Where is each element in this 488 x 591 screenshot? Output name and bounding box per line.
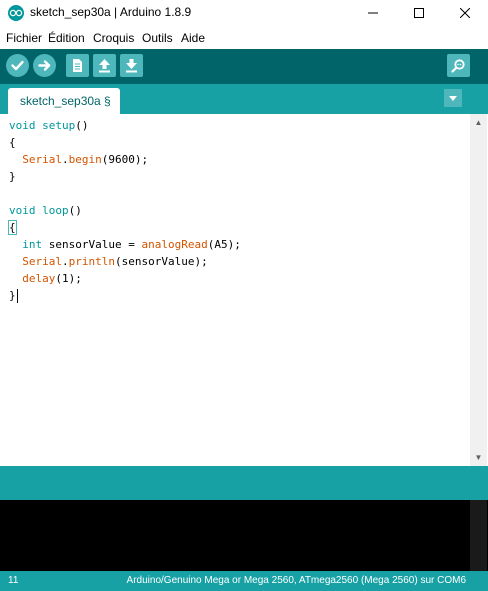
code-line-8: int sensorValue = analogRead(A5);	[22, 238, 241, 251]
code-line-1: void setup()	[9, 119, 89, 132]
status-bar: 11 Arduino/Genuino Mega or Mega 2560, AT…	[0, 571, 488, 591]
text-caret	[16, 289, 18, 303]
code-line-9: Serial.println(sensorValue);	[22, 255, 208, 268]
code-line-11: }	[9, 289, 18, 303]
maximize-button[interactable]	[396, 0, 442, 26]
menu-outils[interactable]: Outils	[142, 31, 173, 45]
code-line-2: {	[9, 136, 16, 149]
code-line-7: {	[8, 220, 17, 235]
message-area	[0, 466, 488, 500]
tab-menu-button[interactable]	[444, 89, 462, 107]
chevron-down-icon	[449, 96, 457, 101]
line-number: 11	[8, 575, 19, 586]
upload-icon[interactable]	[33, 54, 56, 77]
open-icon[interactable]	[93, 54, 116, 77]
menu-bar: Fichier Édition Croquis Outils Aide	[0, 28, 488, 48]
menu-edition[interactable]: Édition	[48, 31, 85, 45]
close-button[interactable]	[442, 0, 488, 26]
minimize-button[interactable]	[350, 0, 396, 26]
code-line-6: void loop()	[9, 204, 82, 217]
save-icon[interactable]	[120, 54, 143, 77]
toolbar	[0, 49, 488, 84]
menu-fichier[interactable]: Fichier	[6, 31, 42, 45]
verify-icon[interactable]	[6, 54, 29, 77]
scroll-up-arrow-icon[interactable]: ▲	[470, 114, 487, 131]
scroll-down-arrow-icon[interactable]: ▼	[470, 449, 487, 466]
console-scrollbar[interactable]	[470, 500, 487, 571]
arduino-logo-icon	[8, 5, 24, 21]
editor-scrollbar[interactable]: ▲ ▼	[470, 114, 487, 466]
tab-label: sketch_sep30a §	[20, 94, 111, 108]
code-line-4: }	[9, 170, 16, 183]
board-info: Arduino/Genuino Mega or Mega 2560, ATmeg…	[126, 575, 466, 586]
console-output[interactable]	[0, 500, 488, 571]
title-bar: sketch_sep30a | Arduino 1.8.9	[0, 0, 488, 26]
code-line-3: Serial.begin(9600);	[22, 153, 149, 166]
tab-sketch[interactable]: sketch_sep30a §	[8, 88, 120, 114]
code-editor[interactable]: void setup() { Serial.begin(9600); } voi…	[0, 114, 470, 466]
tab-bar: sketch_sep30a §	[0, 84, 488, 114]
window-title: sketch_sep30a | Arduino 1.8.9	[30, 5, 192, 19]
menu-aide[interactable]: Aide	[181, 31, 205, 45]
serial-monitor-icon[interactable]	[447, 54, 470, 77]
code-line-10: delay(1);	[22, 272, 82, 285]
menu-croquis[interactable]: Croquis	[93, 31, 134, 45]
new-icon[interactable]	[66, 54, 89, 77]
